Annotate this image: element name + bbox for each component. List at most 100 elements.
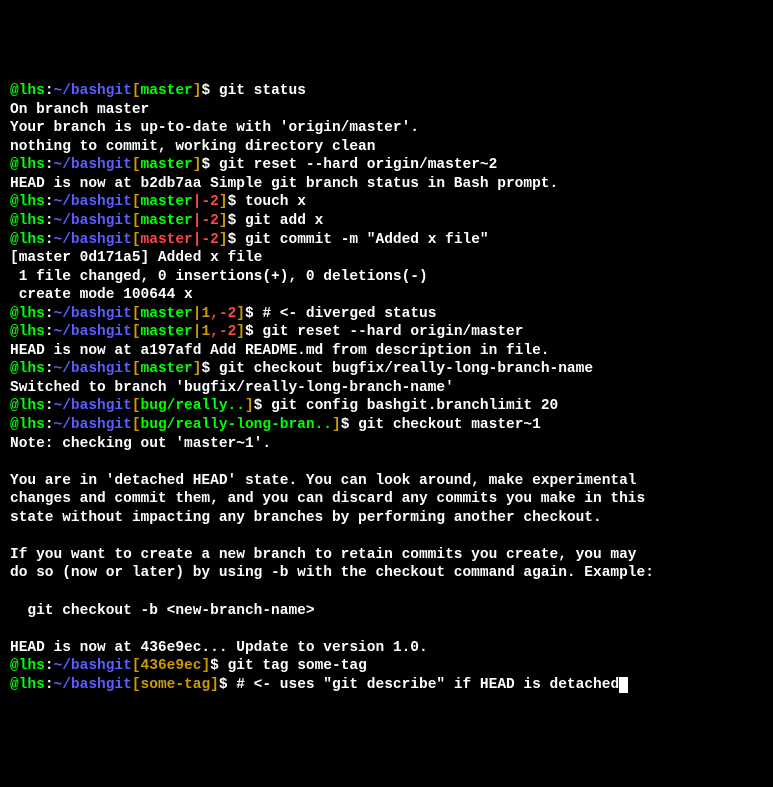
terminal-line: [master 0d171a5] Added x file [10, 249, 763, 268]
prompt-path: ~/bashgit [54, 361, 132, 377]
terminal-line [10, 620, 763, 639]
prompt-path: ~/bashgit [54, 417, 132, 433]
prompt-user: @lhs [10, 157, 45, 173]
command-text: # <- uses "git describe" if HEAD is deta… [236, 677, 619, 693]
prompt-user: @lhs [10, 324, 45, 340]
terminal-line: do so (now or later) by using -b with th… [10, 564, 763, 583]
prompt-user: @lhs [10, 361, 45, 377]
output-text: HEAD is now at 436e9ec... Update to vers… [10, 640, 428, 656]
prompt-branch: master [141, 306, 193, 322]
terminal-line: @lhs:~/bashgit[master|-2]$ git add x [10, 212, 763, 231]
terminal-line: HEAD is now at 436e9ec... Update to vers… [10, 639, 763, 658]
terminal-line [10, 527, 763, 546]
prompt-branch: 436e9ec [141, 658, 202, 674]
output-text: git checkout -b <new-branch-name> [10, 603, 315, 619]
prompt-path: ~/bashgit [54, 157, 132, 173]
terminal-line: @lhs:~/bashgit[master]$ git status [10, 82, 763, 101]
terminal-line: @lhs:~/bashgit[master|-2]$ git commit -m… [10, 231, 763, 250]
terminal-line: Your branch is up-to-date with 'origin/m… [10, 119, 763, 138]
command-text: git checkout bugfix/really-long-branch-n… [219, 361, 593, 377]
command-text: git status [219, 83, 306, 99]
cursor [619, 677, 628, 693]
prompt-branch: bug/really.. [141, 398, 245, 414]
prompt-branch: some-tag [141, 677, 211, 693]
command-text: git add x [245, 213, 323, 229]
terminal-line: git checkout -b <new-branch-name> [10, 602, 763, 621]
prompt-branch: master [141, 361, 193, 377]
command-text: git commit -m "Added x file" [245, 232, 489, 248]
terminal-line: @lhs:~/bashgit[bug/really..]$ git config… [10, 397, 763, 416]
prompt-user: @lhs [10, 398, 45, 414]
prompt-user: @lhs [10, 83, 45, 99]
output-text: state without impacting any branches by … [10, 510, 602, 526]
prompt-branch: bug/really-long-bran.. [141, 417, 332, 433]
output-text: Switched to branch 'bugfix/really-long-b… [10, 380, 454, 396]
terminal-line: changes and commit them, and you can dis… [10, 490, 763, 509]
prompt-path: ~/bashgit [54, 398, 132, 414]
command-text: # <- diverged status [262, 306, 436, 322]
prompt-path: ~/bashgit [54, 677, 132, 693]
output-text: Your branch is up-to-date with 'origin/m… [10, 120, 419, 136]
terminal-line: Note: checking out 'master~1'. [10, 435, 763, 454]
prompt-path: ~/bashgit [54, 658, 132, 674]
prompt-status-behind: |-2 [193, 194, 219, 210]
output-text: create mode 100644 x [10, 287, 193, 303]
prompt-path: ~/bashgit [54, 232, 132, 248]
output-text: do so (now or later) by using -b with th… [10, 565, 654, 581]
terminal-line: @lhs:~/bashgit[436e9ec]$ git tag some-ta… [10, 657, 763, 676]
prompt-status-ahead: |1 [193, 324, 210, 340]
prompt-user: @lhs [10, 306, 45, 322]
output-text: HEAD is now at a197afd Add README.md fro… [10, 343, 550, 359]
terminal-output[interactable]: @lhs:~/bashgit[master]$ git statusOn bra… [10, 82, 763, 694]
prompt-user: @lhs [10, 658, 45, 674]
terminal-line: state without impacting any branches by … [10, 509, 763, 528]
terminal-line: @lhs:~/bashgit[master|1,-2]$ git reset -… [10, 323, 763, 342]
output-text [10, 621, 19, 637]
output-text: Note: checking out 'master~1'. [10, 436, 271, 452]
prompt-user: @lhs [10, 194, 45, 210]
terminal-line: @lhs:~/bashgit[master]$ git checkout bug… [10, 360, 763, 379]
terminal-line: @lhs:~/bashgit[master|1,-2]$ # <- diverg… [10, 305, 763, 324]
command-text: git reset --hard origin/master~2 [219, 157, 497, 173]
prompt-path: ~/bashgit [54, 306, 132, 322]
output-text: You are in 'detached HEAD' state. You ca… [10, 473, 637, 489]
command-text: git config bashgit.branchlimit 20 [271, 398, 558, 414]
prompt-path: ~/bashgit [54, 194, 132, 210]
output-text: nothing to commit, working directory cle… [10, 139, 375, 155]
terminal-line: @lhs:~/bashgit[master]$ git reset --hard… [10, 156, 763, 175]
terminal-line: @lhs:~/bashgit[master|-2]$ touch x [10, 193, 763, 212]
terminal-line: 1 file changed, 0 insertions(+), 0 delet… [10, 268, 763, 287]
terminal-line: HEAD is now at a197afd Add README.md fro… [10, 342, 763, 361]
command-text: touch x [245, 194, 306, 210]
output-text [10, 454, 19, 470]
prompt-status-behind: |-2 [193, 213, 219, 229]
prompt-path: ~/bashgit [54, 213, 132, 229]
terminal-line [10, 453, 763, 472]
output-text [10, 528, 19, 544]
command-text: git tag some-tag [228, 658, 367, 674]
terminal-line: On branch master [10, 101, 763, 120]
prompt-path: ~/bashgit [54, 324, 132, 340]
terminal-line [10, 583, 763, 602]
output-text: If you want to create a new branch to re… [10, 547, 637, 563]
prompt-branch: master [141, 157, 193, 173]
terminal-line: @lhs:~/bashgit[some-tag]$ # <- uses "git… [10, 676, 763, 695]
prompt-status-behind: ,-2 [210, 324, 236, 340]
command-text: git reset --hard origin/master [262, 324, 523, 340]
command-text: git checkout master~1 [358, 417, 541, 433]
prompt-status-behind: ,-2 [210, 306, 236, 322]
terminal-line: Switched to branch 'bugfix/really-long-b… [10, 379, 763, 398]
prompt-branch: master [141, 324, 193, 340]
prompt-user: @lhs [10, 213, 45, 229]
terminal-line: create mode 100644 x [10, 286, 763, 305]
terminal-line: You are in 'detached HEAD' state. You ca… [10, 472, 763, 491]
prompt-user: @lhs [10, 232, 45, 248]
terminal-line: nothing to commit, working directory cle… [10, 138, 763, 157]
prompt-status-behind: |-2 [193, 232, 219, 248]
prompt-branch: master [141, 232, 193, 248]
output-text: [master 0d171a5] Added x file [10, 250, 262, 266]
prompt-branch: master [141, 213, 193, 229]
output-text: On branch master [10, 102, 149, 118]
terminal-line: HEAD is now at b2db7aa Simple git branch… [10, 175, 763, 194]
prompt-user: @lhs [10, 417, 45, 433]
